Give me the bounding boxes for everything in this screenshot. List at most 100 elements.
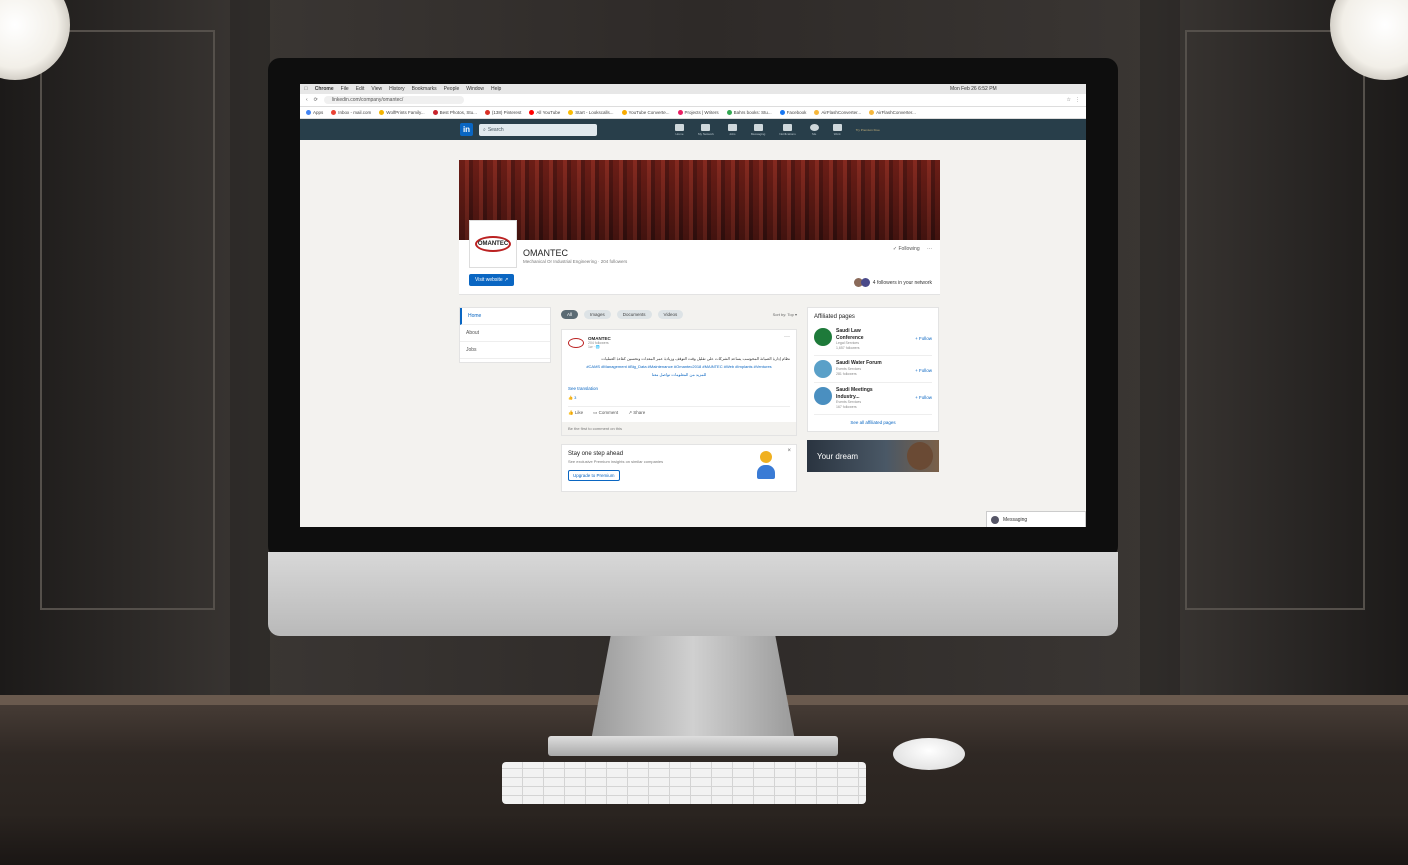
filter-all[interactable]: All [561,309,579,319]
bookmark-item[interactable]: Inbox - mail.com [331,110,371,116]
wall-panel-left [40,30,215,610]
bookmark-item[interactable]: Projects | Writers [677,110,719,116]
menu-bookmarks[interactable]: Bookmarks [412,86,437,92]
bookmark-favicon-icon [306,110,311,116]
apple-icon[interactable]:  [304,86,308,92]
tab-jobs[interactable]: Jobs [460,342,550,359]
browser-toolbar: ‹ ⟳ linkedin.com/company/omantec/ ☆ ⋮ [300,94,1086,107]
follow-button[interactable]: + Follow [915,395,932,400]
promo-illustration [754,451,778,481]
bookmark-favicon-icon [677,110,683,116]
nav-premium[interactable]: Try Premium Free [856,128,880,132]
bookmark-item[interactable]: Best Photos, Stu... [432,110,477,116]
imac-chin [268,552,1118,636]
menu-people[interactable]: People [444,86,460,92]
upgrade-premium-button[interactable]: Upgrade to Premium [568,470,620,481]
tab-home[interactable]: Home [460,308,550,325]
bookmark-favicon-icon [779,110,785,116]
bookmark-favicon-icon [814,110,820,116]
close-icon[interactable]: × [787,448,791,454]
premium-promo-card: Stay one step ahead See exclusive Premiu… [561,444,797,492]
company-header-card: OMANTEC OMANTEC Mechanical Or Industrial… [459,220,940,295]
list-item[interactable]: Saudi Meetings Industry... Events Servic… [814,383,932,415]
filter-videos[interactable]: Videos [657,309,684,319]
like-button[interactable]: 👍 Like [568,410,583,416]
bookmark-item[interactable]: Apps [306,110,323,116]
ad-banner[interactable]: Your dream [807,440,939,472]
follow-button[interactable]: + Follow [915,368,932,373]
nav-my-network[interactable]: My Network [698,123,714,136]
bookmark-favicon-icon [568,110,574,116]
company-logo[interactable]: OMANTEC [469,220,517,268]
share-icon: ↗ [628,410,632,415]
bookmark-item[interactable]: AirFlashConverter... [869,110,916,116]
list-item[interactable]: Saudi Law Conference Legal Services 1,65… [814,324,932,356]
reaction-count[interactable]: 👍 3 [568,395,790,400]
menu-view[interactable]: View [371,86,382,92]
menu-app[interactable]: Chrome [315,86,334,92]
bookmark-favicon-icon [432,110,438,116]
back-icon[interactable]: ‹ [306,97,308,103]
filter-documents[interactable]: Documents [616,309,652,319]
wall-strip [230,0,270,700]
bookmark-item[interactable]: WolfPrints Family... [379,110,425,116]
bookmark-item[interactable]: YouTube Converte... [621,110,670,116]
search-icon: ⌕ [483,126,486,133]
follow-button[interactable]: + Follow [915,336,932,341]
menu-history[interactable]: History [389,86,405,92]
affiliate-logo [814,360,832,378]
menu-edit[interactable]: Edit [356,86,365,92]
followers-in-network[interactable]: 4 followers in your network [853,278,932,287]
avatar [809,123,819,131]
search-input[interactable]: ⌕ Search [479,123,597,136]
list-item[interactable]: Saudi Water Forum Events Services 281 fo… [814,356,932,383]
post-time: 1w · 🌐 [588,345,600,349]
menu-window[interactable]: Window [466,86,484,92]
post-hashtags[interactable]: #CAMS #Management #Big_Data #Maintenance… [568,364,790,370]
linkedin-navbar: in ⌕ Search Home My Network Jobs Messagi… [300,119,1086,140]
bookmark-item[interactable]: Bahrs books: Stu... [726,110,772,116]
comment-button[interactable]: ▭ Comment [593,410,618,416]
nav-notifications[interactable]: Notifications [779,123,796,136]
menu-help[interactable]: Help [491,86,501,92]
bookmark-item[interactable]: All YouTube [529,110,560,116]
company-subtitle: Mechanical Or Industrial Engineering · 2… [523,259,628,264]
chat-icon [753,123,763,131]
visit-website-button[interactable]: Visit website ↗ [469,274,515,286]
post-link-text[interactable]: للمزيد من المعلومات تواصل معنا [568,372,790,378]
reload-icon[interactable]: ⟳ [314,97,318,103]
nav-me[interactable]: Me [809,123,819,136]
see-all-affiliated-link[interactable]: See all affiliated pages [814,415,932,425]
mouse [893,738,965,770]
nav-work[interactable]: Work [832,123,842,136]
messaging-tab[interactable]: Messaging [986,511,1086,527]
post-actions: 👍 Like ▭ Comment ↗ Share [568,406,790,416]
star-icon[interactable]: ☆ [1067,97,1071,103]
bookmark-item[interactable]: Start - Lookscalls... [568,110,614,116]
bookmark-item[interactable]: Facebook [779,110,806,116]
share-button[interactable]: ↗ Share [628,410,645,416]
bookmark-item[interactable]: (138) Pinterest [484,110,521,116]
address-bar[interactable]: linkedin.com/company/omantec/ [323,96,464,104]
more-options-icon[interactable]: ··· [927,246,932,252]
comment-prompt[interactable]: Be the first to comment on this [562,422,796,435]
filter-images[interactable]: Images [584,309,611,319]
nav-messaging[interactable]: Messaging [751,123,765,136]
see-translation-link[interactable]: See translation [568,386,790,391]
following-button[interactable]: ✓ Following ··· [893,246,932,252]
background-scene:  Chrome File Edit View History Bookmark… [0,0,1408,865]
nav-jobs[interactable]: Jobs [727,123,737,136]
page-tabs: Home About Jobs [459,307,551,363]
menu-file[interactable]: File [341,86,349,92]
bookmarks-bar: Apps Inbox - mail.com WolfPrints Family...… [300,107,1086,119]
post-author-logo[interactable] [568,337,584,348]
menu-dots-icon[interactable]: ⋮ [1075,97,1080,103]
bookmark-item[interactable]: AirFlashConverter... [814,110,861,116]
post-more-icon[interactable]: ··· [784,334,790,340]
linkedin-logo-icon[interactable]: in [460,123,473,136]
keyboard [502,762,866,804]
company-name: OMANTEC [523,248,568,258]
sort-dropdown[interactable]: Sort by: Top ▾ [773,312,797,317]
tab-about[interactable]: About [460,325,550,342]
nav-home[interactable]: Home [675,123,684,136]
